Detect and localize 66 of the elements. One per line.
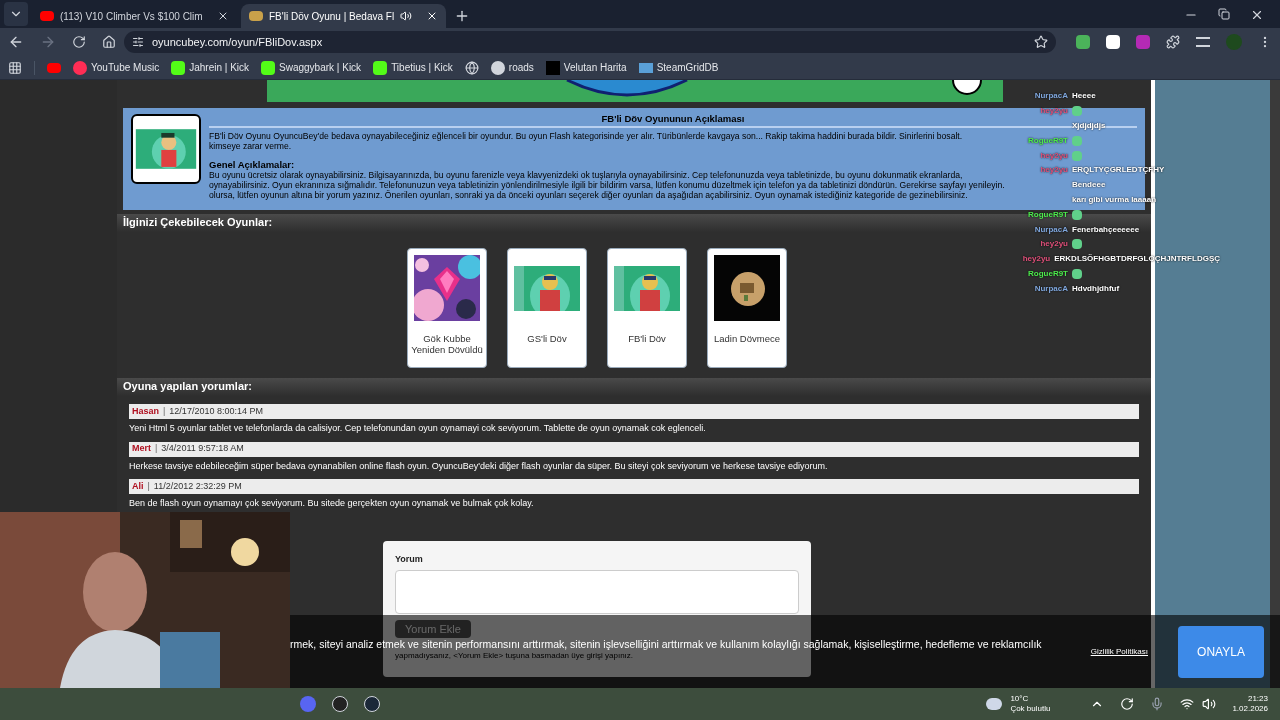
game-title: FB'li Döv bbox=[628, 333, 666, 344]
bookmark-item[interactable]: Tibetius | Kick bbox=[373, 60, 453, 75]
comment-date: 3/4/2011 9:57:18 AM bbox=[161, 442, 244, 456]
chat-username: hey2yu bbox=[1040, 164, 1068, 177]
browser-tab[interactable]: (113) V10 Climber Vs $100 Clim bbox=[32, 4, 237, 28]
section-header: Oyuna yapılan yorumlar: bbox=[117, 378, 1151, 396]
game-card[interactable]: GS'li Döv bbox=[507, 248, 587, 368]
accept-button[interactable]: ONAYLA bbox=[1178, 625, 1264, 678]
chat-username: hey2yu bbox=[1040, 238, 1068, 251]
description-text: FB'li Döv Oyunu OyuncuBey'de bedava oynayabileceğiniz eğlenceli bir oyundur. Bu oyun Flash kategorisinde yer alır. Türibünlerde kavgaya son... Rakip takima haddini burada bildir. Sinirlerini bosalt. bbox=[209, 131, 963, 141]
bookmark-item[interactable]: SteamGridDB bbox=[638, 60, 719, 75]
bookmark-item[interactable]: Velutan Harita bbox=[545, 60, 627, 75]
chat-username: NurpacA bbox=[1034, 90, 1068, 103]
comment-author: Mert bbox=[132, 442, 151, 456]
game-title: Gök Kubbe Yeniden Dövüldü bbox=[410, 333, 484, 355]
chat-username: RogueR9T bbox=[1028, 134, 1068, 147]
url-text: oyuncubey.com/oyun/FBliDov.aspx bbox=[152, 34, 323, 50]
clock-date: 1.02.2026 bbox=[1232, 704, 1268, 714]
chat-username: RogueR9T bbox=[1028, 267, 1068, 280]
description-text: Bu oyunu ücretsiz olarak oynayabilirsiniz. Bilgisayarınızda, bu oyunu farenizle veya klavyenizdeki ok tuşlarıyla oynayabilirsiniz. Cep telefonunuzda veya tabletinizde, bu oyunu dokunmatik ekranlarda, bbox=[209, 170, 963, 180]
chat-username: NurpacA bbox=[1034, 223, 1068, 236]
comment-text: Ben de flash oyun oynamayı çok seviyorum. Bu sitede gerçekten oyun oynamak ve bulmak çok kolay. bbox=[129, 497, 535, 510]
bookmark-item[interactable]: roads bbox=[490, 60, 534, 75]
chat-username: RogueR9T bbox=[1028, 208, 1068, 221]
address-bar[interactable]: oyuncubey.com/oyun/FBliDov.aspx bbox=[124, 31, 1056, 53]
description-text: olursa, lütfen oyunun altına bir yorum yazınız. Önerilen oyunları, sonraki ya da önceki oyunları seçerek diğer oyunları da aşağıdan açabilirsiniz. Oyun oynamak istediğiniz kategoride de gezinebilirsiniz. bbox=[209, 190, 968, 200]
bookmark-item[interactable]: Swaggybark | Kick bbox=[261, 60, 362, 75]
bookmark-item[interactable]: YouTube Music bbox=[73, 60, 160, 75]
tab-title: FB'li Döv Oyunu | Bedava Fl bbox=[269, 9, 395, 24]
comment-author: Ali bbox=[132, 479, 144, 493]
description-text: kimseye zarar verme. bbox=[209, 141, 292, 151]
weather-text: Çok bulutlu bbox=[1010, 704, 1051, 714]
comment-author: Hasan bbox=[132, 404, 159, 418]
comment-date: 11/2/2012 2:32:29 PM bbox=[153, 479, 242, 493]
separator-text: | bbox=[155, 442, 158, 456]
separator-text: | bbox=[147, 479, 150, 493]
cookie-text: rmek, siteyi analiz etmek ve sitenin performansını arttırmak, sitenin işlevselliğini arttırmak ve kullanım kolaylığı sağlamak, kişiselleştirme, hedefleme ve reklamcılık bbox=[290, 637, 1042, 650]
game-card[interactable]: Ladin Dövmece bbox=[707, 248, 787, 368]
browser-tab[interactable]: FB'li Döv Oyunu | Bedava Fl bbox=[241, 4, 446, 28]
form-hint: yapmadıysanız, <Yorum Ekle> tuşuna basmadan üye girişi yapınız. bbox=[395, 650, 635, 662]
chat-message: Xjdjdjdjs bbox=[1072, 120, 1106, 132]
comment-text: Herkese tavsiye edebileceğim süper bedava oynanabilen online flash oyun. OyuncuBey'deki diğer flash oyunlar da süper. Bu siteyi çok seviyorum ve herkese tavsiye ediyorum. bbox=[129, 459, 829, 473]
chat-username: hey2yu bbox=[1040, 149, 1068, 162]
game-title: Ladin Dövmece bbox=[714, 333, 780, 344]
chat-message: Bendeee bbox=[1072, 179, 1106, 192]
chat-message: Fenerbahçeeeeee bbox=[1072, 223, 1140, 236]
clock-time: 21:23 bbox=[1247, 694, 1268, 704]
chat-message: Heeee bbox=[1072, 90, 1096, 103]
bookmark-item[interactable]: Jahrein | Kick bbox=[171, 60, 250, 75]
chat-username: NurpacA bbox=[1034, 282, 1068, 295]
temperature-text: 10°C bbox=[1010, 694, 1030, 704]
chat-message: Hdvdhjdhfuf bbox=[1072, 282, 1120, 295]
tab-title: (113) V10 Climber Vs $100 Clim bbox=[60, 9, 203, 24]
game-card[interactable]: FB'li Döv bbox=[607, 248, 687, 368]
comment-date: 12/17/2010 8:00:14 PM bbox=[169, 404, 263, 418]
game-card[interactable]: Gök Kubbe Yeniden Dövüldü bbox=[407, 248, 487, 368]
chat-username: hey2yu bbox=[1022, 253, 1051, 266]
description-text: oynayabilirsiniz. Oyun ekranınıza sığmalıdır. Telefonunuzun veya tabletinizin yönlendirilmesiyle ilgili bir bildirim varsa, lütfen konumu düzeltmek için telefon ya da tabletinizi döndürün. Gerekirse sayfayı yenileyin. bbox=[209, 180, 1005, 190]
field-label: Yorum bbox=[395, 552, 424, 566]
privacy-link[interactable]: Gizlilik Politikası bbox=[1090, 645, 1148, 658]
separator-text: | bbox=[163, 404, 166, 418]
chat-username: hey2yu bbox=[1040, 105, 1068, 118]
comment-text: Yeni Html 5 oyunlar tablet ve telefonlarda da calisiyor. Cep telefonundan oyun oynamayi cok seviyorum. Tablette de oyun oynamak cok eglenceli. bbox=[129, 422, 707, 435]
game-title: GS'li Döv bbox=[527, 333, 567, 344]
description-heading: Genel Açıklamalar: bbox=[209, 160, 295, 170]
description-title: FB'li Döv Oyununun Açıklaması bbox=[601, 114, 745, 124]
